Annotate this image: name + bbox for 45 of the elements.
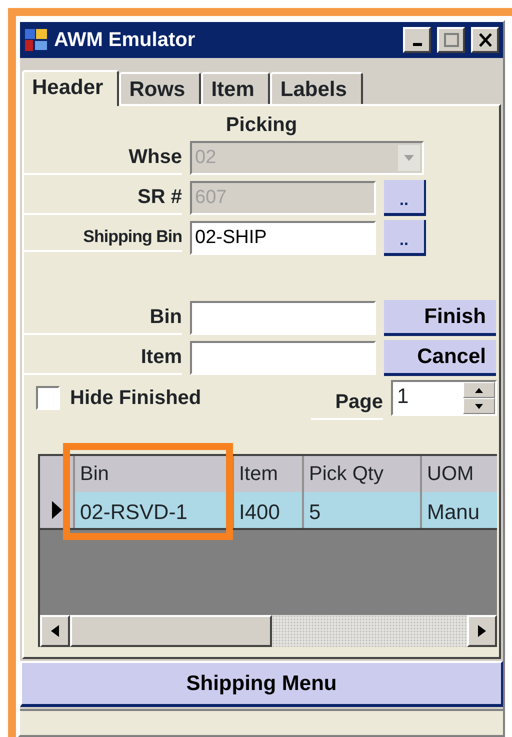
table-cell: 5 xyxy=(304,492,422,528)
close-button[interactable] xyxy=(471,27,499,53)
section-title: Picking xyxy=(224,113,298,138)
scroll-left-icon[interactable] xyxy=(40,615,70,647)
shipping-menu-button[interactable]: Shipping Menu xyxy=(20,661,503,707)
input-field[interactable]: 02-SHIP xyxy=(190,221,376,255)
input-field[interactable] xyxy=(190,341,376,375)
spin-down-icon[interactable] xyxy=(463,398,495,414)
minimize-icon xyxy=(412,43,422,46)
tab[interactable]: Rows xyxy=(119,72,202,104)
input-field[interactable] xyxy=(190,301,376,335)
spinner-value: 1 xyxy=(396,384,410,410)
page-label: Page xyxy=(311,386,383,420)
column-header[interactable]: Bin xyxy=(75,456,234,492)
maximize-icon xyxy=(442,32,460,48)
action-button[interactable]: Finish xyxy=(384,300,496,336)
field-label: Shipping Bin xyxy=(24,224,182,252)
checkbox-label: Hide Finished xyxy=(70,386,202,411)
spin-up-icon[interactable] xyxy=(463,382,495,398)
app-icon xyxy=(24,28,48,52)
tab[interactable]: Labels xyxy=(270,72,363,104)
scroll-thumb[interactable] xyxy=(70,615,272,647)
column-header[interactable]: UOM xyxy=(422,456,497,492)
close-icon xyxy=(476,32,494,48)
browse-button[interactable]: .. xyxy=(384,220,426,256)
scroll-right-icon[interactable] xyxy=(467,615,497,647)
field-label: Whse xyxy=(24,142,182,174)
page-spinner[interactable]: 1 xyxy=(391,380,497,416)
tab[interactable]: Header xyxy=(22,70,120,106)
current-row-icon xyxy=(52,501,62,519)
field-label: SR # xyxy=(24,182,182,214)
table-cell: I400 xyxy=(234,492,304,528)
maximize-button[interactable] xyxy=(437,27,465,53)
table-cell: 02-RSVD-1 xyxy=(75,492,234,528)
checkbox[interactable] xyxy=(36,386,60,410)
column-header[interactable]: Item xyxy=(234,456,304,492)
horizontal-scrollbar[interactable] xyxy=(40,615,497,647)
field-label: Bin xyxy=(24,302,182,334)
window-title: AWM Emulator xyxy=(54,28,196,53)
action-button[interactable]: Cancel xyxy=(384,340,496,376)
field-label: Item xyxy=(24,342,182,374)
column-header[interactable]: Pick Qty xyxy=(304,456,422,492)
tab[interactable]: Item xyxy=(201,72,270,104)
minimize-button[interactable] xyxy=(403,27,431,53)
table-cell: Manu xyxy=(422,492,497,528)
